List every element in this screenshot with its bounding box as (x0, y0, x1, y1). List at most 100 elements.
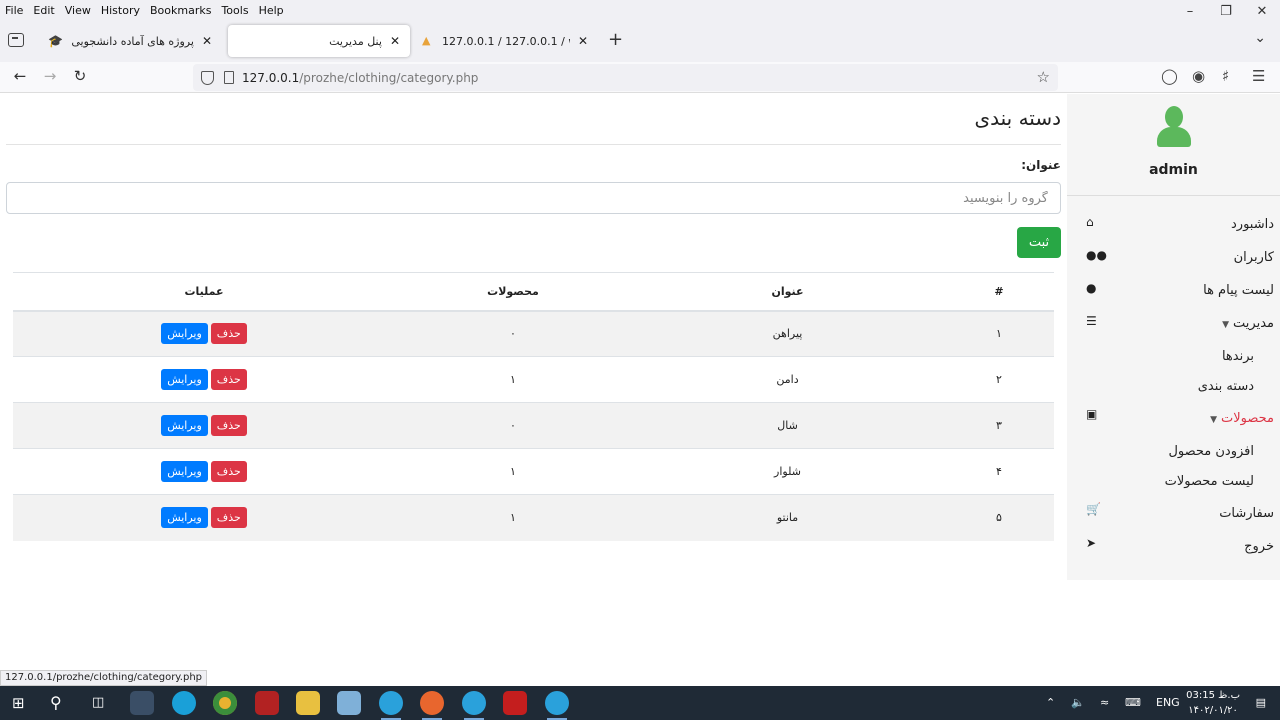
file-explorer-icon[interactable] (296, 691, 320, 715)
task-view-icon[interactable]: ◫ (92, 686, 104, 720)
box-icon: ▣ (1086, 407, 1098, 421)
telegram-icon[interactable] (379, 691, 403, 720)
submit-button[interactable]: ثبت (1017, 227, 1061, 258)
pocket-icon[interactable]: ◯ (1161, 67, 1178, 85)
row-operations: حذف ویرایش (13, 310, 395, 357)
tab-title: پروژه های آماده دانشجویی (71, 34, 194, 48)
tab-phpmyadmin[interactable]: ▲ 127.0.0.1 / 127.0.0.1 / watch / u ✕ (412, 25, 598, 57)
row-title: پیراهن (631, 310, 944, 357)
bookmark-star-icon[interactable]: ☆ (1037, 68, 1050, 86)
page-icon (224, 71, 234, 84)
extensions-icon[interactable]: ♯ (1222, 67, 1229, 85)
clock[interactable]: 03:15 ب.ظ ۱۴۰۲/۰۱/۲۰ (1186, 688, 1240, 718)
speaker-icon[interactable]: 🔈 (1071, 686, 1085, 720)
notification-icon[interactable]: ▤ (1256, 686, 1266, 720)
edit-button[interactable]: ویرایش (161, 507, 208, 529)
taskbar: ⊞ ⚲ ◫ ⌃ 🔈 ≈ ⌨ ENG 03:15 ب.ظ ۱۴۰۲/۰۱/۲۰ ▤ (0, 686, 1280, 720)
sidebar-item-messages[interactable]: لیست پیام ها ● (1074, 281, 1274, 298)
sidebar-item-users[interactable]: کاربران ●● (1074, 248, 1274, 265)
acrobat-icon[interactable] (503, 691, 527, 715)
avatar (1157, 106, 1191, 150)
sidebar-item-dashboard[interactable]: داشبورد ⌂ (1074, 215, 1274, 232)
tab-bar: 🎓 پروژه های آماده دانشجویی ✕ پنل مدیریت … (0, 20, 1280, 62)
forward-arrow-icon[interactable]: → (39, 67, 61, 85)
column-header-title: عنوان (631, 272, 944, 312)
sidebar-item-orders[interactable]: سفارشات 🛒 (1074, 502, 1274, 521)
delete-button[interactable]: حذف (210, 461, 247, 482)
menu-bar: File Edit View History Bookmarks Tools H… (0, 0, 1280, 20)
telegram-icon[interactable] (462, 691, 486, 720)
category-title-input[interactable] (6, 182, 1061, 214)
row-title: مانتو (631, 494, 944, 541)
shield-icon[interactable] (201, 70, 214, 85)
menu-tools[interactable]: Tools (216, 4, 253, 17)
close-tab-icon[interactable]: ✕ (578, 34, 588, 48)
title-divider (6, 144, 1061, 145)
delete-button[interactable]: حذف (210, 507, 247, 529)
chevron-up-icon[interactable]: ⌃ (1046, 686, 1055, 720)
delete-button[interactable]: حذف (210, 415, 247, 436)
edit-button[interactable]: ویرایش (161, 323, 208, 345)
wifi-icon[interactable]: ≈ (1100, 686, 1109, 720)
row-number: ۵ (944, 494, 1054, 541)
menu-file[interactable]: File (0, 4, 28, 17)
close-tab-icon[interactable]: ✕ (390, 34, 400, 48)
edit-button[interactable]: ویرایش (161, 369, 208, 390)
tab-title: 127.0.0.1 / 127.0.0.1 / watch / u (442, 34, 570, 48)
tab-projects[interactable]: 🎓 پروژه های آماده دانشجویی ✕ (38, 25, 222, 57)
back-arrow-icon[interactable]: ← (9, 67, 31, 85)
sidebar-subitem-categories[interactable]: دسته بندی (1198, 379, 1254, 394)
edit-button[interactable]: ویرایش (161, 461, 208, 482)
column-header-number: # (944, 272, 1054, 312)
app-icon[interactable] (255, 691, 279, 715)
delete-button[interactable]: حذف (210, 369, 247, 390)
home-icon: ⌂ (1086, 215, 1094, 229)
search-icon[interactable]: ⚲ (50, 686, 62, 720)
sidebar-item-label: کاربران (1233, 250, 1274, 265)
row-product-count: ۱ (395, 356, 631, 403)
table-row: ۱ پیراهن ۰ حذف ویرایش (13, 310, 1054, 357)
reload-icon[interactable]: ↻ (69, 67, 91, 85)
hamburger-menu-icon[interactable]: ☰ (1252, 67, 1265, 85)
sidebar-item-management[interactable]: مدیریت▼ ☰ (1074, 314, 1274, 331)
language-indicator[interactable]: ENG (1156, 686, 1180, 720)
keyboard-icon[interactable]: ⌨ (1125, 686, 1141, 720)
delete-button[interactable]: حذف (210, 323, 247, 345)
account-icon[interactable]: ◉ (1192, 67, 1205, 85)
store-icon[interactable] (130, 691, 154, 715)
clock-date: ۱۴۰۲/۰۱/۲۰ (1188, 705, 1238, 716)
menu-view[interactable]: View (60, 4, 96, 17)
main-panel: دسته بندی عنوان: ثبت # عنوان محصولات عمل… (6, 94, 1061, 554)
close-tab-icon[interactable]: ✕ (202, 34, 212, 48)
sidebar-item-logout[interactable]: خروج ➤ (1074, 536, 1274, 554)
sidebar-subitem-product-list[interactable]: لیست محصولات (1165, 474, 1254, 489)
page-content: admin داشبورد ⌂ کاربران ●● لیست پیام ها … (0, 94, 1280, 686)
chrome-icon[interactable] (213, 691, 237, 715)
new-tab-icon[interactable]: + (608, 29, 623, 50)
row-number: ۳ (944, 402, 1054, 449)
sidebar-item-label: محصولات (1221, 411, 1274, 426)
menu-edit[interactable]: Edit (28, 4, 59, 17)
row-number: ۴ (944, 448, 1054, 495)
tab-admin-panel[interactable]: پنل مدیریت ✕ (228, 25, 410, 57)
url-bar[interactable]: 127.0.0.1 /prozhe/clothing/category.php … (193, 64, 1058, 91)
firefox-icon[interactable] (420, 691, 444, 720)
edge-icon[interactable] (172, 691, 196, 715)
sidebar-subitem-brands[interactable]: برندها (1222, 349, 1254, 364)
comment-icon: ● (1086, 281, 1097, 295)
telegram-icon[interactable] (545, 691, 569, 720)
row-operations: حذف ویرایش (13, 356, 395, 403)
table-row: ۴ شلوار ۱ حذف ویرایش (13, 448, 1054, 495)
menu-bookmarks[interactable]: Bookmarks (145, 4, 216, 17)
windows-start-icon[interactable]: ⊞ (12, 686, 25, 720)
notepad-icon[interactable] (337, 691, 361, 715)
row-product-count: ۱ (395, 448, 631, 495)
menu-help[interactable]: Help (254, 4, 289, 17)
tab-list-icon[interactable] (8, 33, 24, 47)
menu-history[interactable]: History (96, 4, 145, 17)
chevron-down-icon[interactable]: ⌄ (1254, 30, 1266, 46)
edit-button[interactable]: ویرایش (161, 415, 208, 436)
sidebar-item-label: داشبورد (1231, 217, 1274, 232)
sidebar-item-products[interactable]: محصولات ▼ ▣ (1074, 407, 1274, 426)
sidebar-subitem-add-product[interactable]: افزودن محصول (1168, 444, 1254, 459)
